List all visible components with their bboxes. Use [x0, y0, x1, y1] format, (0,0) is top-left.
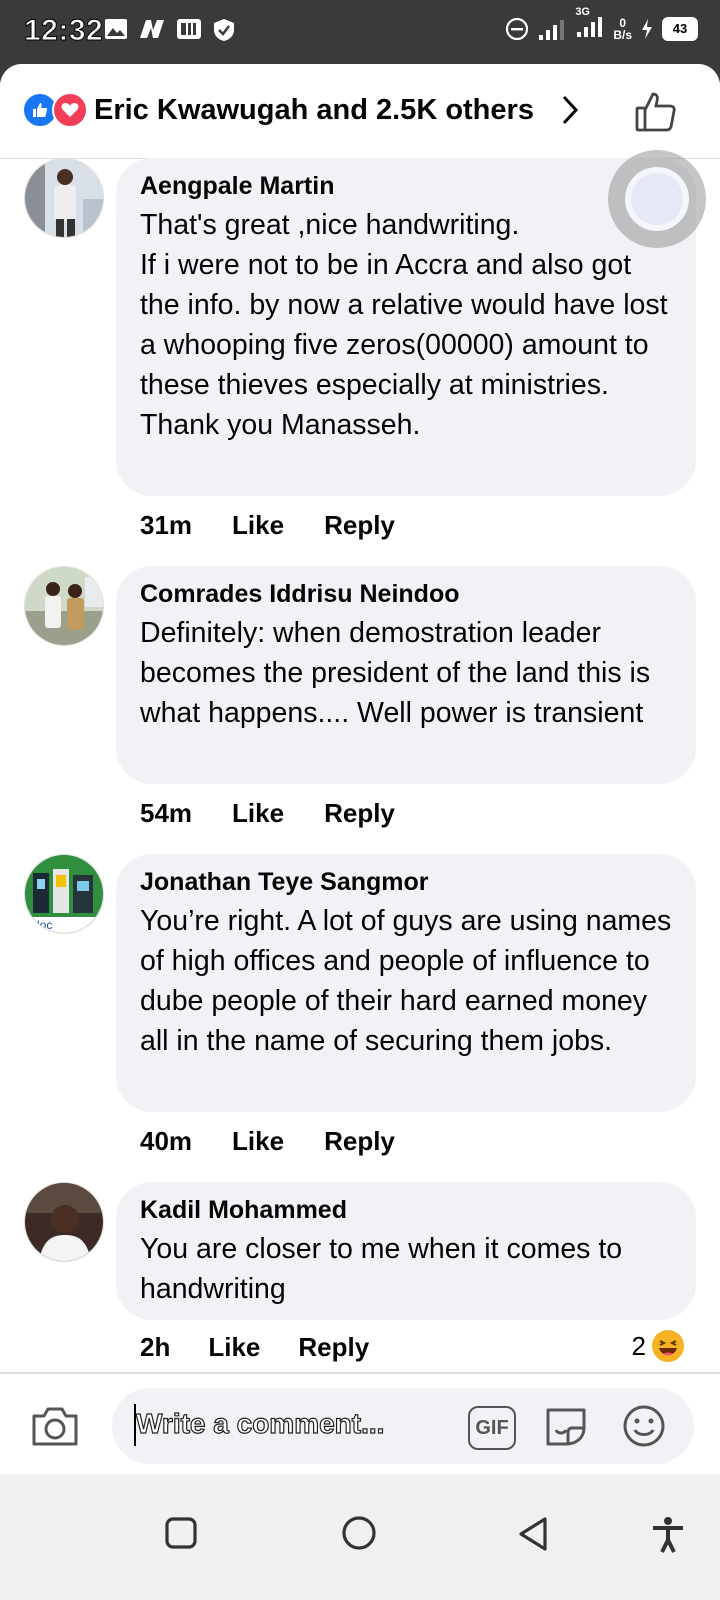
emoji-icon[interactable] — [622, 1404, 666, 1448]
camera-icon[interactable] — [30, 1404, 80, 1448]
comment-text: Definitely: when demostration leader bec… — [140, 617, 651, 729]
news-app-icon — [140, 20, 164, 38]
comment-bubble[interactable]: Jonathan Teye Sangmor You’re right. A lo… — [116, 854, 696, 1112]
thumbs-up-outline-icon[interactable] — [634, 90, 678, 134]
chevron-right-icon[interactable] — [560, 94, 580, 126]
comment-author[interactable]: Jonathan Teye Sangmor — [140, 868, 672, 897]
reaction-icons — [22, 92, 88, 128]
like-button[interactable]: Like — [232, 1126, 284, 1157]
reply-button[interactable]: Reply — [324, 1126, 395, 1157]
reply-button[interactable]: Reply — [324, 510, 395, 541]
system-nav-bar — [0, 1474, 720, 1600]
comment-actions: 31m Like Reply — [140, 510, 395, 541]
status-time: 12:32 — [23, 14, 104, 48]
comment-text: You’re right. A lot of guys are using na… — [140, 905, 672, 1057]
like-button[interactable]: Like — [232, 798, 284, 829]
comment-bubble[interactable]: Kadil Mohammed You are closer to me when… — [116, 1182, 696, 1320]
love-reaction-icon — [52, 92, 88, 128]
shield-icon — [214, 19, 234, 41]
comment-time[interactable]: 2h — [140, 1332, 170, 1363]
reactions-header[interactable]: Eric Kwawugah and 2.5K others — [0, 64, 720, 159]
comment-input[interactable]: Write a comment... GIF — [112, 1388, 694, 1464]
comment-author[interactable]: Kadil Mohammed — [140, 1196, 672, 1225]
comment-text: That's great ,nice handwriting. If i wer… — [140, 209, 668, 441]
system-icons: 3G 0 B/s 43 — [505, 6, 698, 43]
charging-icon — [642, 18, 652, 39]
network-type: 3G — [575, 6, 590, 18]
reply-button[interactable]: Reply — [298, 1332, 369, 1363]
floating-assistive-touch[interactable] — [608, 150, 706, 248]
gif-button[interactable]: GIF — [468, 1406, 516, 1450]
comment-time[interactable]: 31m — [140, 510, 192, 541]
comment-author[interactable]: Aengpale Martin — [140, 172, 672, 201]
laughing-emoji-icon — [652, 1330, 684, 1362]
home-circle-icon[interactable] — [340, 1516, 378, 1554]
do-not-disturb-icon — [506, 17, 529, 40]
battery-indicator: 43 — [662, 16, 698, 41]
comment-actions: 54m Like Reply — [140, 798, 395, 829]
accessibility-icon[interactable] — [650, 1516, 686, 1554]
reactions-summary[interactable]: Eric Kwawugah and 2.5K others — [94, 94, 534, 127]
notification-icons — [104, 18, 236, 42]
comment-author[interactable]: Comrades Iddrisu Neindoo — [140, 580, 672, 609]
comment-text: You are closer to me when it comes to ha… — [140, 1233, 623, 1305]
comment-placeholder[interactable]: Write a comment... — [135, 1407, 385, 1440]
back-triangle-icon[interactable] — [516, 1516, 550, 1554]
avatar[interactable] — [24, 566, 104, 646]
comment-bubble[interactable]: Comrades Iddrisu Neindoo Definitely: whe… — [116, 566, 696, 784]
avatar[interactable]: feloc — [24, 854, 104, 934]
reader-app-icon — [177, 19, 201, 39]
comments-sheet: Eric Kwawugah and 2.5K others Aengpale M… — [0, 64, 720, 1600]
status-bar: 12:32 3G 0 B/s 43 — [0, 0, 720, 64]
comment-time[interactable]: 40m — [140, 1126, 192, 1157]
comment-time[interactable]: 54m — [140, 798, 192, 829]
svg-text:feloc: feloc — [27, 918, 52, 932]
avatar[interactable] — [24, 158, 104, 238]
signal-1-icon — [539, 19, 565, 40]
like-button[interactable]: Like — [232, 510, 284, 541]
net-speed: 0 B/s — [613, 15, 632, 42]
sticker-icon[interactable] — [542, 1404, 590, 1448]
like-button[interactable]: Like — [208, 1332, 260, 1363]
comment-actions: 2h Like Reply — [140, 1332, 369, 1363]
gallery-icon — [105, 19, 127, 39]
comment-reactions[interactable]: 2 — [632, 1330, 684, 1362]
avatar[interactable] — [24, 1182, 104, 1262]
reply-button[interactable]: Reply — [324, 798, 395, 829]
reaction-count: 2 — [631, 1330, 646, 1361]
comment-composer: Write a comment... GIF — [0, 1372, 720, 1476]
recents-square-icon[interactable] — [164, 1516, 198, 1550]
comment-actions: 40m Like Reply — [140, 1126, 395, 1157]
